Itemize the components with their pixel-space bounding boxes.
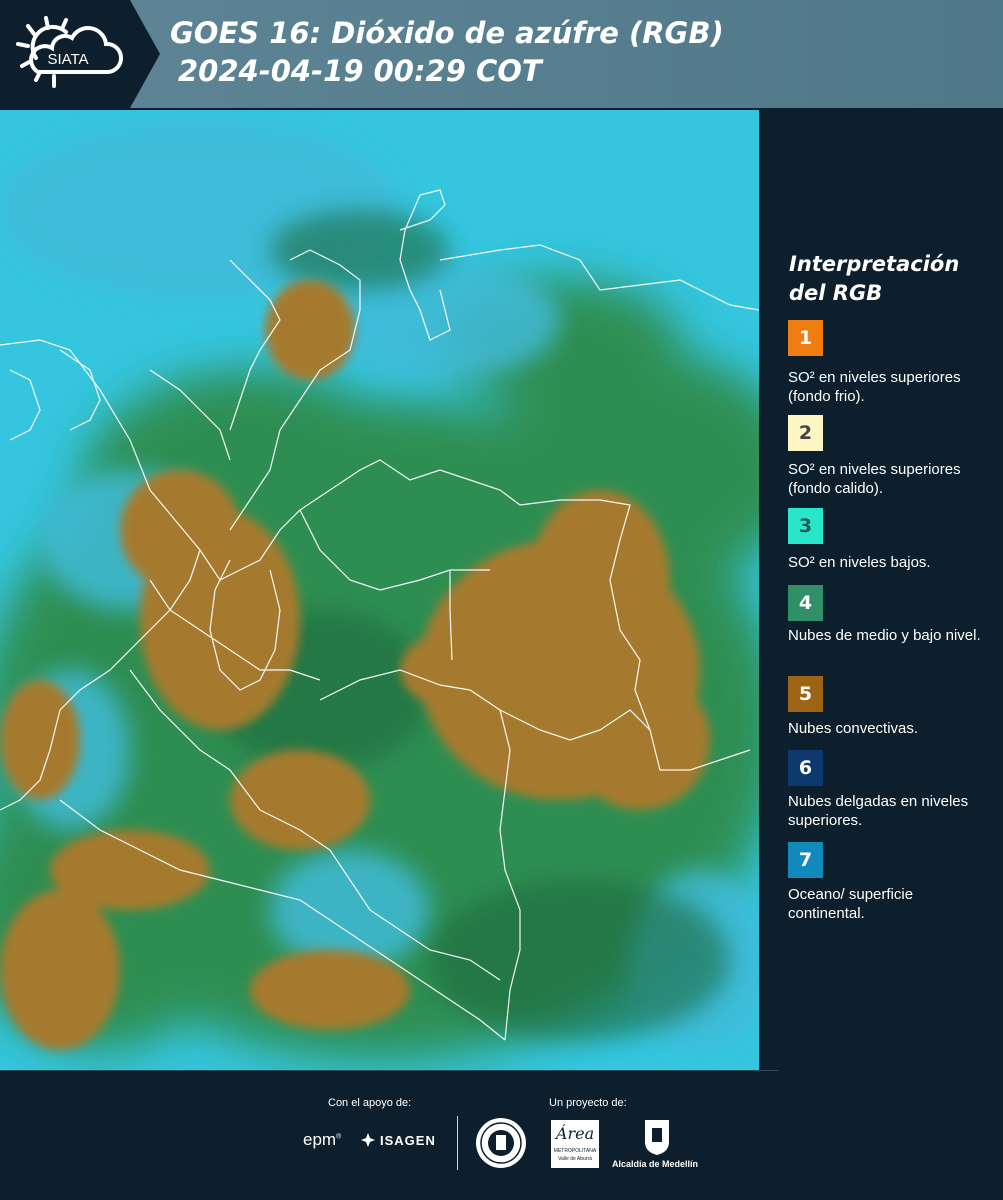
legend-text-6: Nubes delgadas en niveles superiores. bbox=[788, 793, 969, 829]
legend-number: 7 bbox=[798, 849, 813, 871]
legend-swatch-2: 2 bbox=[788, 415, 823, 451]
legend-number: 5 bbox=[798, 683, 813, 705]
legend-number: 1 bbox=[798, 327, 813, 349]
medellin-seal-logo bbox=[476, 1118, 526, 1168]
logo-text: SIATA bbox=[47, 51, 88, 68]
area-metropolitana-logo: Área METROPOLITANA Valle de Aburrá bbox=[551, 1120, 599, 1168]
legend-text-1: SO² en niveles superiores (fondo frio). bbox=[788, 369, 961, 405]
legend-number: 4 bbox=[798, 592, 813, 614]
isagen-logo: ISAGEN bbox=[360, 1132, 436, 1148]
legend-title-line2: del RGB bbox=[789, 281, 883, 305]
legend-title: Interpretación del RGB bbox=[789, 250, 989, 308]
legend-number: 2 bbox=[798, 422, 813, 444]
alcaldia-label: Alcaldía de Medellín bbox=[612, 1159, 699, 1169]
footer: Con el apoyo de: Un proyecto de: epm® IS… bbox=[0, 1070, 1003, 1200]
epm-logo: epm® bbox=[303, 1130, 342, 1149]
alcaldia-shield-icon bbox=[643, 1118, 671, 1156]
project-label: Un proyecto de: bbox=[549, 1097, 627, 1109]
satellite-map bbox=[0, 110, 759, 1070]
legend-panel: Interpretación del RGB 1 SO² en niveles … bbox=[760, 110, 1003, 1070]
legend-text-3: SO² en niveles bajos. bbox=[788, 554, 931, 571]
legend-swatch-6: 6 bbox=[788, 750, 823, 786]
satellite-rgb-image bbox=[0, 110, 759, 1070]
legend-swatch-4: 4 bbox=[788, 585, 823, 621]
page-timestamp: 2024-04-19 00:29 COT bbox=[178, 54, 542, 88]
legend-title-line1: Interpretación bbox=[789, 252, 960, 276]
page-title: GOES 16: Dióxido de azúfre (RGB) bbox=[170, 16, 724, 50]
siata-logo: SIATA bbox=[14, 14, 126, 94]
legend-text-7: Oceano/ superficie continental. bbox=[788, 886, 914, 922]
area-logo-subtext: METROPOLITANA bbox=[553, 1148, 597, 1154]
legend-swatch-1: 1 bbox=[788, 320, 823, 356]
legend-swatch-3: 3 bbox=[788, 508, 823, 544]
legend-swatch-7: 7 bbox=[788, 842, 823, 878]
footer-divider bbox=[457, 1116, 458, 1170]
legend-number: 3 bbox=[798, 515, 813, 537]
legend-text-2: SO² en niveles superiores (fondo calido)… bbox=[788, 461, 961, 497]
area-logo-subtext-2: Valle de Aburrá bbox=[558, 1156, 592, 1162]
epm-logo-text: epm bbox=[303, 1130, 337, 1149]
header-bar: SIATA GOES 16: Dióxido de azúfre (RGB) 2… bbox=[0, 0, 1003, 110]
area-logo-text: Área bbox=[555, 1124, 595, 1143]
header-chevron bbox=[120, 0, 160, 108]
legend-text-5: Nubes convectivas. bbox=[788, 720, 919, 737]
isagen-icon bbox=[361, 1133, 375, 1147]
legend-number: 6 bbox=[798, 757, 813, 779]
support-label: Con el apoyo de: bbox=[328, 1097, 412, 1109]
footer-separator bbox=[0, 1070, 778, 1071]
isagen-logo-text: ISAGEN bbox=[380, 1132, 436, 1148]
legend-text-4: Nubes de medio y bajo nivel. bbox=[788, 627, 981, 644]
legend-swatch-5: 5 bbox=[788, 676, 823, 712]
